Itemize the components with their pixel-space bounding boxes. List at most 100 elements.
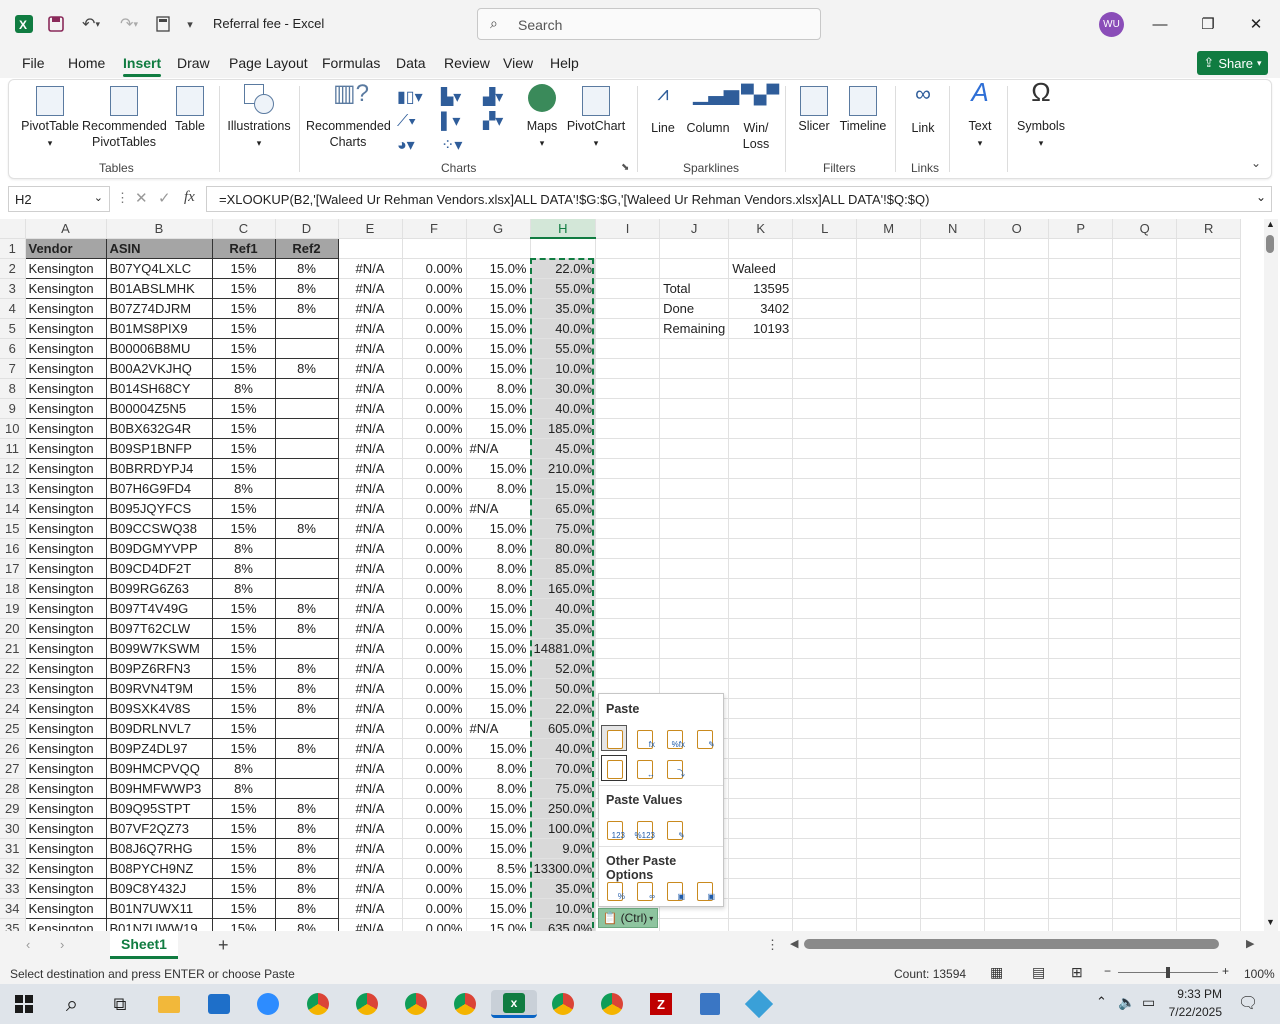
cell[interactable] [984, 798, 1050, 819]
zoom-out-icon[interactable]: − [1104, 964, 1111, 978]
cell-ref2[interactable]: 8% [274, 877, 339, 899]
tab-sheet1[interactable]: Sheet1 [110, 931, 178, 959]
cell[interactable] [856, 258, 922, 279]
cell[interactable] [984, 718, 1050, 739]
cell[interactable] [920, 558, 986, 579]
cell[interactable] [1048, 498, 1114, 519]
chrome-icon[interactable] [351, 990, 383, 1018]
cell[interactable] [856, 398, 922, 419]
row-header[interactable]: 4 [0, 298, 26, 319]
cell[interactable] [792, 518, 858, 539]
pivot-chart-button[interactable]: PivotChart ▾ [563, 86, 629, 151]
cell[interactable] [1112, 238, 1178, 259]
cell-ref1[interactable]: 15% [211, 837, 276, 859]
cell[interactable] [1048, 258, 1114, 279]
cell[interactable] [792, 638, 858, 659]
cell[interactable] [792, 758, 858, 779]
cell-e[interactable]: #N/A [338, 338, 403, 359]
cell-i[interactable] [595, 478, 661, 499]
cell[interactable] [1176, 618, 1242, 639]
sparkline-line-button[interactable]: ⩘ Line [645, 84, 681, 136]
filezilla-icon[interactable]: Z [645, 990, 677, 1018]
cell-h[interactable]: 35.0% [530, 298, 597, 319]
cell[interactable] [984, 558, 1050, 579]
cell-asin[interactable]: B014SH68CY [105, 377, 213, 399]
cell-k[interactable] [728, 658, 794, 679]
recommended-charts-button[interactable]: ▥? Recommended Charts [305, 82, 391, 150]
cell-ref2[interactable]: 8% [274, 617, 339, 639]
cell-ref1[interactable]: 15% [211, 277, 276, 299]
cell[interactable] [1112, 558, 1178, 579]
cell-f[interactable]: 0.00% [402, 678, 467, 699]
cell-ref2[interactable] [274, 557, 339, 579]
cell-vendor[interactable]: Kensington [24, 917, 107, 931]
cell-asin[interactable]: B09DRLNVL7 [105, 717, 213, 739]
cell-f[interactable]: 0.00% [402, 598, 467, 619]
cell[interactable] [984, 518, 1050, 539]
cell-e[interactable]: #N/A [338, 438, 403, 459]
cell-asin[interactable]: B097T62CLW [105, 617, 213, 639]
cell-g[interactable]: 15.0% [466, 818, 531, 839]
cell[interactable] [792, 838, 858, 859]
row-header[interactable]: 19 [0, 598, 26, 619]
cell-e[interactable]: #N/A [338, 798, 403, 819]
paste-link-icon[interactable]: ∞ [631, 877, 657, 903]
row-header[interactable]: 9 [0, 398, 26, 419]
cell-ref2[interactable] [274, 397, 339, 419]
cell[interactable] [920, 718, 986, 739]
cell[interactable] [984, 878, 1050, 899]
tab-formulas[interactable]: Formulas [322, 55, 380, 71]
cell-vendor[interactable]: Kensington [24, 837, 107, 859]
cell-asin[interactable]: B08PYCH9NZ [105, 857, 213, 879]
cell-ref2[interactable]: 8% [274, 357, 339, 379]
cell-vendor[interactable]: Kensington [24, 417, 107, 439]
cell-h[interactable]: 210.0% [530, 458, 597, 479]
cell[interactable] [1176, 738, 1242, 759]
cell-asin[interactable]: B09DGMYVPP [105, 537, 213, 559]
row-header[interactable]: 26 [0, 738, 26, 759]
cell-g[interactable]: 8.0% [466, 558, 531, 579]
row-header[interactable]: 8 [0, 378, 26, 399]
cell[interactable] [792, 718, 858, 739]
cell-h[interactable]: 40.0% [530, 738, 597, 759]
cell[interactable] [984, 358, 1050, 379]
cell[interactable] [1176, 598, 1242, 619]
cell[interactable] [984, 578, 1050, 599]
cell[interactable] [1176, 438, 1242, 459]
calculator-icon[interactable] [694, 990, 726, 1018]
cell-ref1[interactable]: 8% [211, 577, 276, 599]
cell[interactable] [792, 878, 858, 899]
tab-page-layout[interactable]: Page Layout [229, 55, 308, 71]
cell[interactable] [984, 338, 1050, 359]
no-borders-icon[interactable] [601, 755, 627, 781]
cell-e[interactable]: #N/A [338, 818, 403, 839]
cell-asin[interactable]: B09PZ6RFN3 [105, 657, 213, 679]
illustrations-button[interactable]: Illustrations ▾ [225, 84, 293, 151]
cell-j[interactable] [659, 498, 730, 519]
cell[interactable] [1048, 858, 1114, 879]
cell[interactable] [920, 338, 986, 359]
cell[interactable] [1112, 278, 1178, 299]
cell-k[interactable] [728, 458, 794, 479]
column-header-b[interactable]: B [106, 219, 213, 239]
row-header[interactable]: 5 [0, 318, 26, 339]
cell-vendor[interactable]: Kensington [24, 537, 107, 559]
cell[interactable] [728, 238, 794, 259]
cell[interactable] [792, 278, 858, 299]
chevron-up-icon[interactable]: ⌃ [1096, 994, 1107, 1010]
cell-k[interactable] [728, 798, 794, 819]
scroll-up-icon[interactable]: ▲ [1266, 219, 1275, 229]
cell-k[interactable] [728, 918, 794, 931]
cell[interactable] [1176, 858, 1242, 879]
cell-g[interactable]: #N/A [466, 438, 531, 459]
cell-e[interactable]: #N/A [338, 478, 403, 499]
cell[interactable] [1176, 478, 1242, 499]
cell-ref1[interactable]: 8% [211, 537, 276, 559]
cell-ref2[interactable] [274, 457, 339, 479]
cell-j[interactable] [659, 338, 730, 359]
table-button[interactable]: Table [169, 86, 211, 134]
cell-k[interactable]: 10193 [728, 318, 794, 339]
cell[interactable] [1048, 278, 1114, 299]
cell-j[interactable] [659, 398, 730, 419]
cell-ref1[interactable]: 8% [211, 377, 276, 399]
